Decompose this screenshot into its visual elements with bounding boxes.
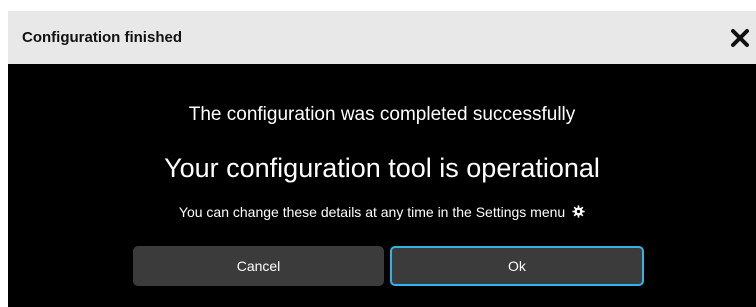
cancel-button-label: Cancel: [236, 258, 281, 274]
configuration-dialog: Configuration finished The configuration…: [8, 11, 756, 307]
ok-button[interactable]: Ok: [390, 246, 644, 286]
settings-hint-text: You can change these details at any time…: [178, 204, 566, 220]
ok-button-label: Ok: [508, 258, 526, 274]
page: Configuration finished The configuration…: [0, 0, 756, 307]
operational-message: Your configuration tool is operational: [164, 153, 600, 183]
settings-hint: You can change these details at any time…: [8, 204, 756, 220]
dialog-title: Configuration finished: [22, 29, 182, 46]
close-icon: [731, 29, 749, 47]
cancel-button[interactable]: Cancel: [133, 246, 384, 286]
dialog-body: The configuration was completed successf…: [8, 64, 756, 307]
gear-icon: [572, 205, 585, 218]
dialog-titlebar: Configuration finished: [8, 11, 756, 64]
success-message: The configuration was completed successf…: [188, 104, 576, 125]
close-button[interactable]: [728, 24, 752, 50]
